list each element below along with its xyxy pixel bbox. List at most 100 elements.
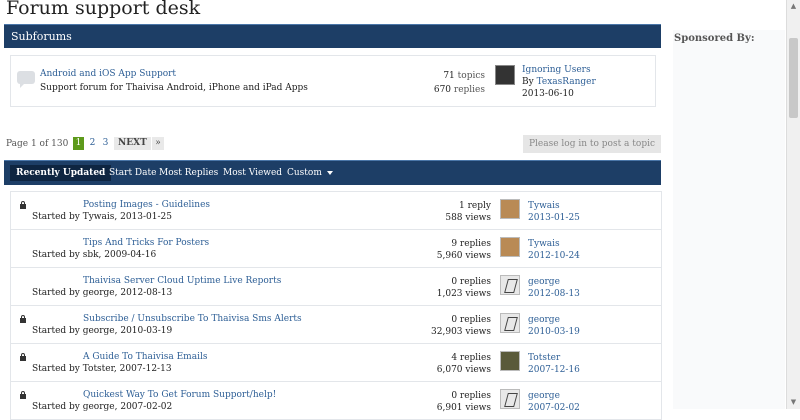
pagination: Page 1 of 130 1 2 3 NEXT » Please log in…: [6, 135, 661, 153]
avatar[interactable]: [500, 199, 520, 219]
table-row: A Guide To Thaivisa Emails Started by Tot…: [11, 344, 661, 382]
topic-title-link[interactable]: Subscribe / Unsubscribe To Thaivisa Sms …: [83, 314, 302, 324]
topic-started-by: Started by Totster, 2007-12-13: [32, 364, 172, 374]
scrollbar-thumb[interactable]: [789, 38, 798, 118]
tab-recently-updated[interactable]: Recently Updated: [10, 165, 112, 181]
last-poster-link[interactable]: george: [528, 390, 580, 402]
last-post-date-link[interactable]: 2007-12-16: [528, 364, 580, 376]
table-row: Tips And Tricks For Posters Started by sb…: [11, 230, 661, 268]
vertical-scrollbar[interactable]: ▲ ▼: [786, 0, 800, 409]
by-label: By: [522, 77, 534, 87]
page-count-label: Page 1 of 130: [6, 139, 69, 149]
topic-started-by: Started by george, 2012-08-13: [32, 288, 173, 298]
topic-views: 6,070 views: [436, 365, 491, 375]
last-poster-link[interactable]: Tywais: [528, 238, 580, 250]
topic-title-link[interactable]: Tips And Tricks For Posters: [83, 238, 209, 248]
avatar[interactable]: [500, 389, 520, 409]
topic-stats: 1 reply 588 views: [445, 200, 491, 224]
topic-replies: 0 replies: [451, 391, 491, 401]
topic-views: 588 views: [445, 213, 491, 223]
tab-custom[interactable]: Custom: [281, 165, 339, 181]
topic-list: Posting Images - Guidelines Started by Ty…: [10, 191, 662, 420]
topic-last-post: george 2012-08-13: [528, 276, 580, 300]
topic-last-post: george 2007-02-02: [528, 390, 580, 414]
avatar[interactable]: [500, 237, 520, 257]
topic-views: 1,023 views: [436, 289, 491, 299]
topic-title-link[interactable]: Quickest Way To Get Forum Support/help!: [83, 390, 276, 400]
lock-icon: [20, 201, 26, 209]
sidebar: [673, 30, 785, 409]
table-row: Posting Images - Guidelines Started by Ty…: [11, 192, 661, 230]
scroll-up-arrow-icon[interactable]: ▲: [787, 0, 800, 13]
last-post-date: 2013-06-10: [522, 89, 574, 99]
lock-icon: [20, 391, 26, 399]
chevron-down-icon: [326, 170, 333, 175]
last-post-title-link[interactable]: Ignoring Users: [522, 64, 596, 76]
avatar[interactable]: [500, 351, 520, 371]
topic-stats: 0 replies 6,901 views: [437, 390, 491, 414]
page-title: Forum support desk: [6, 0, 201, 19]
last-post-date-link[interactable]: 2013-01-25: [528, 212, 580, 224]
last-poster-link[interactable]: Totster: [528, 352, 580, 364]
tab-most-viewed[interactable]: Most Viewed: [217, 165, 288, 181]
topic-started-by: Started by sbk, 2009-04-16: [32, 250, 157, 260]
last-post-date-link[interactable]: 2012-10-24: [528, 250, 580, 262]
topic-title-link[interactable]: Posting Images - Guidelines: [83, 200, 210, 210]
lock-icon: [20, 353, 26, 361]
topic-last-post: Tywais 2012-10-24: [528, 238, 580, 262]
topic-title-link[interactable]: Thaivisa Server Cloud Uptime Live Report…: [83, 276, 281, 286]
replies-count: 670: [433, 85, 452, 95]
last-post-date-link[interactable]: 2012-08-13: [528, 288, 580, 300]
lock-icon: [20, 315, 26, 323]
sponsored-label: Sponsored By:: [674, 33, 755, 44]
topic-stats: 9 replies 5,960 views: [437, 238, 491, 262]
topic-last-post: Totster 2007-12-16: [528, 352, 580, 376]
last-post-date-link[interactable]: 2007-02-02: [528, 402, 580, 414]
next-page-button[interactable]: NEXT: [114, 137, 151, 150]
topic-replies: 0 replies: [451, 315, 491, 325]
login-to-post-button[interactable]: Please log in to post a topic: [523, 135, 661, 153]
table-row: Quickest Way To Get Forum Support/help! S…: [11, 382, 661, 420]
last-poster-link[interactable]: george: [528, 276, 580, 288]
topic-views: 32,903 views: [431, 327, 491, 337]
topic-stats: 0 replies 1,023 views: [437, 276, 491, 300]
topics-count: 71: [443, 71, 455, 81]
topic-replies: 0 replies: [451, 277, 491, 287]
tab-custom-label: Custom: [287, 168, 322, 178]
last-poster-link[interactable]: george: [528, 314, 580, 326]
subforums-heading: Subforums: [4, 24, 661, 48]
topic-replies: 4 replies: [451, 353, 491, 363]
avatar[interactable]: [495, 65, 515, 85]
topic-last-post: Tywais 2013-01-25: [528, 200, 580, 224]
topic-stats: 4 replies 6,070 views: [437, 352, 491, 376]
last-poster-link[interactable]: Tywais: [528, 200, 580, 212]
main-content: Subforums Android and iOS App Support Su…: [4, 24, 662, 420]
last-page-button[interactable]: »: [152, 137, 164, 150]
subforum-last-post: Ignoring Users By TexasRanger 2013-06-10: [522, 64, 596, 100]
tab-most-replies[interactable]: Most Replies: [153, 165, 224, 181]
speech-bubble-icon: [17, 71, 35, 88]
topic-views: 6,901 views: [436, 403, 491, 413]
topics-label: topics: [457, 71, 485, 81]
page-3-link[interactable]: 3: [100, 137, 111, 150]
subforum-description: Support forum for Thaivisa Android, iPho…: [40, 83, 308, 93]
topic-title-link[interactable]: A Guide To Thaivisa Emails: [83, 352, 207, 362]
avatar[interactable]: [500, 275, 520, 295]
avatar[interactable]: [500, 313, 520, 333]
table-row: Thaivisa Server Cloud Uptime Live Report…: [11, 268, 661, 306]
topic-last-post: george 2010-03-19: [528, 314, 580, 338]
subforum-row: Android and iOS App Support Support foru…: [10, 55, 656, 107]
page-2-link[interactable]: 2: [87, 137, 98, 150]
last-post-date-link[interactable]: 2010-03-19: [528, 326, 580, 338]
topic-stats: 0 replies 32,903 views: [431, 314, 491, 338]
sort-tabs: Recently Updated Start Date Most Replies…: [4, 160, 661, 185]
table-row: Subscribe / Unsubscribe To Thaivisa Sms …: [11, 306, 661, 344]
replies-label: replies: [453, 85, 485, 95]
scroll-down-arrow-icon[interactable]: ▼: [787, 396, 800, 409]
topic-replies: 9 replies: [451, 239, 491, 249]
last-post-author-link[interactable]: TexasRanger: [537, 77, 596, 87]
subforum-link[interactable]: Android and iOS App Support: [40, 69, 176, 79]
topic-started-by: Started by Tywais, 2013-01-25: [32, 212, 172, 222]
page-1-button[interactable]: 1: [73, 137, 84, 150]
topic-started-by: Started by george, 2010-03-19: [32, 326, 173, 336]
